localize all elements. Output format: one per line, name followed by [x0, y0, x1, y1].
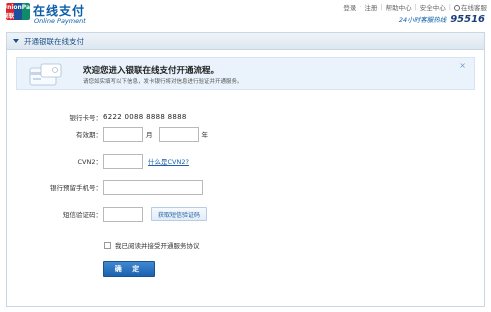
bank-card-icon [29, 63, 62, 86]
phone-label: 银行预留手机号： [50, 184, 102, 192]
phone-row: 银行预留手机号： [7, 179, 486, 195]
headset-icon [454, 5, 460, 11]
panel-title: 开通银联在线支付 [24, 36, 84, 46]
card-number-value: 6222 0088 8888 8888 [103, 113, 187, 121]
get-sms-code-button[interactable]: 获取短信验证码 [151, 207, 208, 221]
sms-code-row: 短信验证码： 获取短信验证码 [7, 206, 486, 222]
unionpay-logo: UnionPay 银联 [6, 3, 30, 20]
nav-help[interactable]: 帮助中心 [386, 2, 412, 12]
expiry-label: 有效期： [76, 131, 102, 139]
header: UnionPay 银联 在线支付 Online Payment 登录 · 注册 … [0, 0, 491, 30]
close-icon[interactable]: × [459, 61, 466, 70]
hotline-label: 24小时客服热线 [398, 16, 447, 24]
cvn2-row: CVN2： 什么是CVN2? [7, 153, 486, 169]
nav-separator: | [448, 3, 451, 11]
nav-separator: | [380, 3, 383, 11]
panel-header: 开通银联在线支付 [7, 33, 484, 50]
confirm-button[interactable]: 确 定 [103, 261, 155, 277]
month-unit: 月 [146, 131, 153, 139]
expiry-row: 有效期： 月 年 [7, 126, 486, 142]
expiry-year-input[interactable] [158, 126, 199, 142]
nav-separator: · [359, 3, 362, 11]
hotline: 24小时客服热线 95516 [399, 14, 485, 25]
nav-register[interactable]: 注册 [364, 2, 377, 12]
phone-input[interactable] [103, 179, 203, 195]
nav-security[interactable]: 安全中心 [420, 2, 446, 12]
notice-title: 欢迎您进入银联在线支付开通流程。 [83, 66, 220, 76]
card-number-label: 银行卡号： [69, 114, 103, 122]
agreement-checkbox[interactable] [104, 241, 111, 249]
cvn2-input[interactable] [103, 153, 143, 169]
agreement-row: 我已阅读并接受开通服务协议 [104, 240, 200, 250]
open-service-panel: 开通银联在线支付 欢迎您进入银联在线支付开通流程。 请您如实填写以下信息，发卡银… [6, 32, 485, 307]
sms-code-label: 短信验证码： [63, 211, 102, 219]
sms-code-input[interactable] [103, 206, 143, 222]
logo-subtitle: Online Payment [34, 17, 86, 25]
nav-online-service[interactable]: 在线客服 [454, 2, 487, 12]
welcome-notice: 欢迎您进入银联在线支付开通流程。 请您如实填写以下信息，发卡银行将对信息进行验证… [16, 57, 475, 90]
top-nav: 登录 · 注册 | 帮助中心 | 安全中心 | 在线客服 [343, 2, 487, 12]
notice-subtitle: 请您如实填写以下信息，发卡银行将对信息进行验证并开通服务。 [83, 79, 243, 85]
collapse-arrow-icon [13, 39, 19, 43]
cvn2-help-link[interactable]: 什么是CVN2? [148, 156, 189, 166]
expiry-month-input[interactable] [103, 126, 143, 142]
year-unit: 年 [201, 131, 209, 139]
card-number-row: 银行卡号： 6222 0088 8888 8888 [7, 109, 486, 125]
agreement-text[interactable]: 我已阅读并接受开通服务协议 [115, 240, 200, 250]
hotline-number: 95516 [450, 14, 485, 25]
nav-login[interactable]: 登录 [343, 2, 356, 12]
nav-separator: | [414, 3, 417, 11]
cvn2-label: CVN2： [77, 158, 102, 166]
nav-online-service-label: 在线客服 [461, 4, 487, 12]
